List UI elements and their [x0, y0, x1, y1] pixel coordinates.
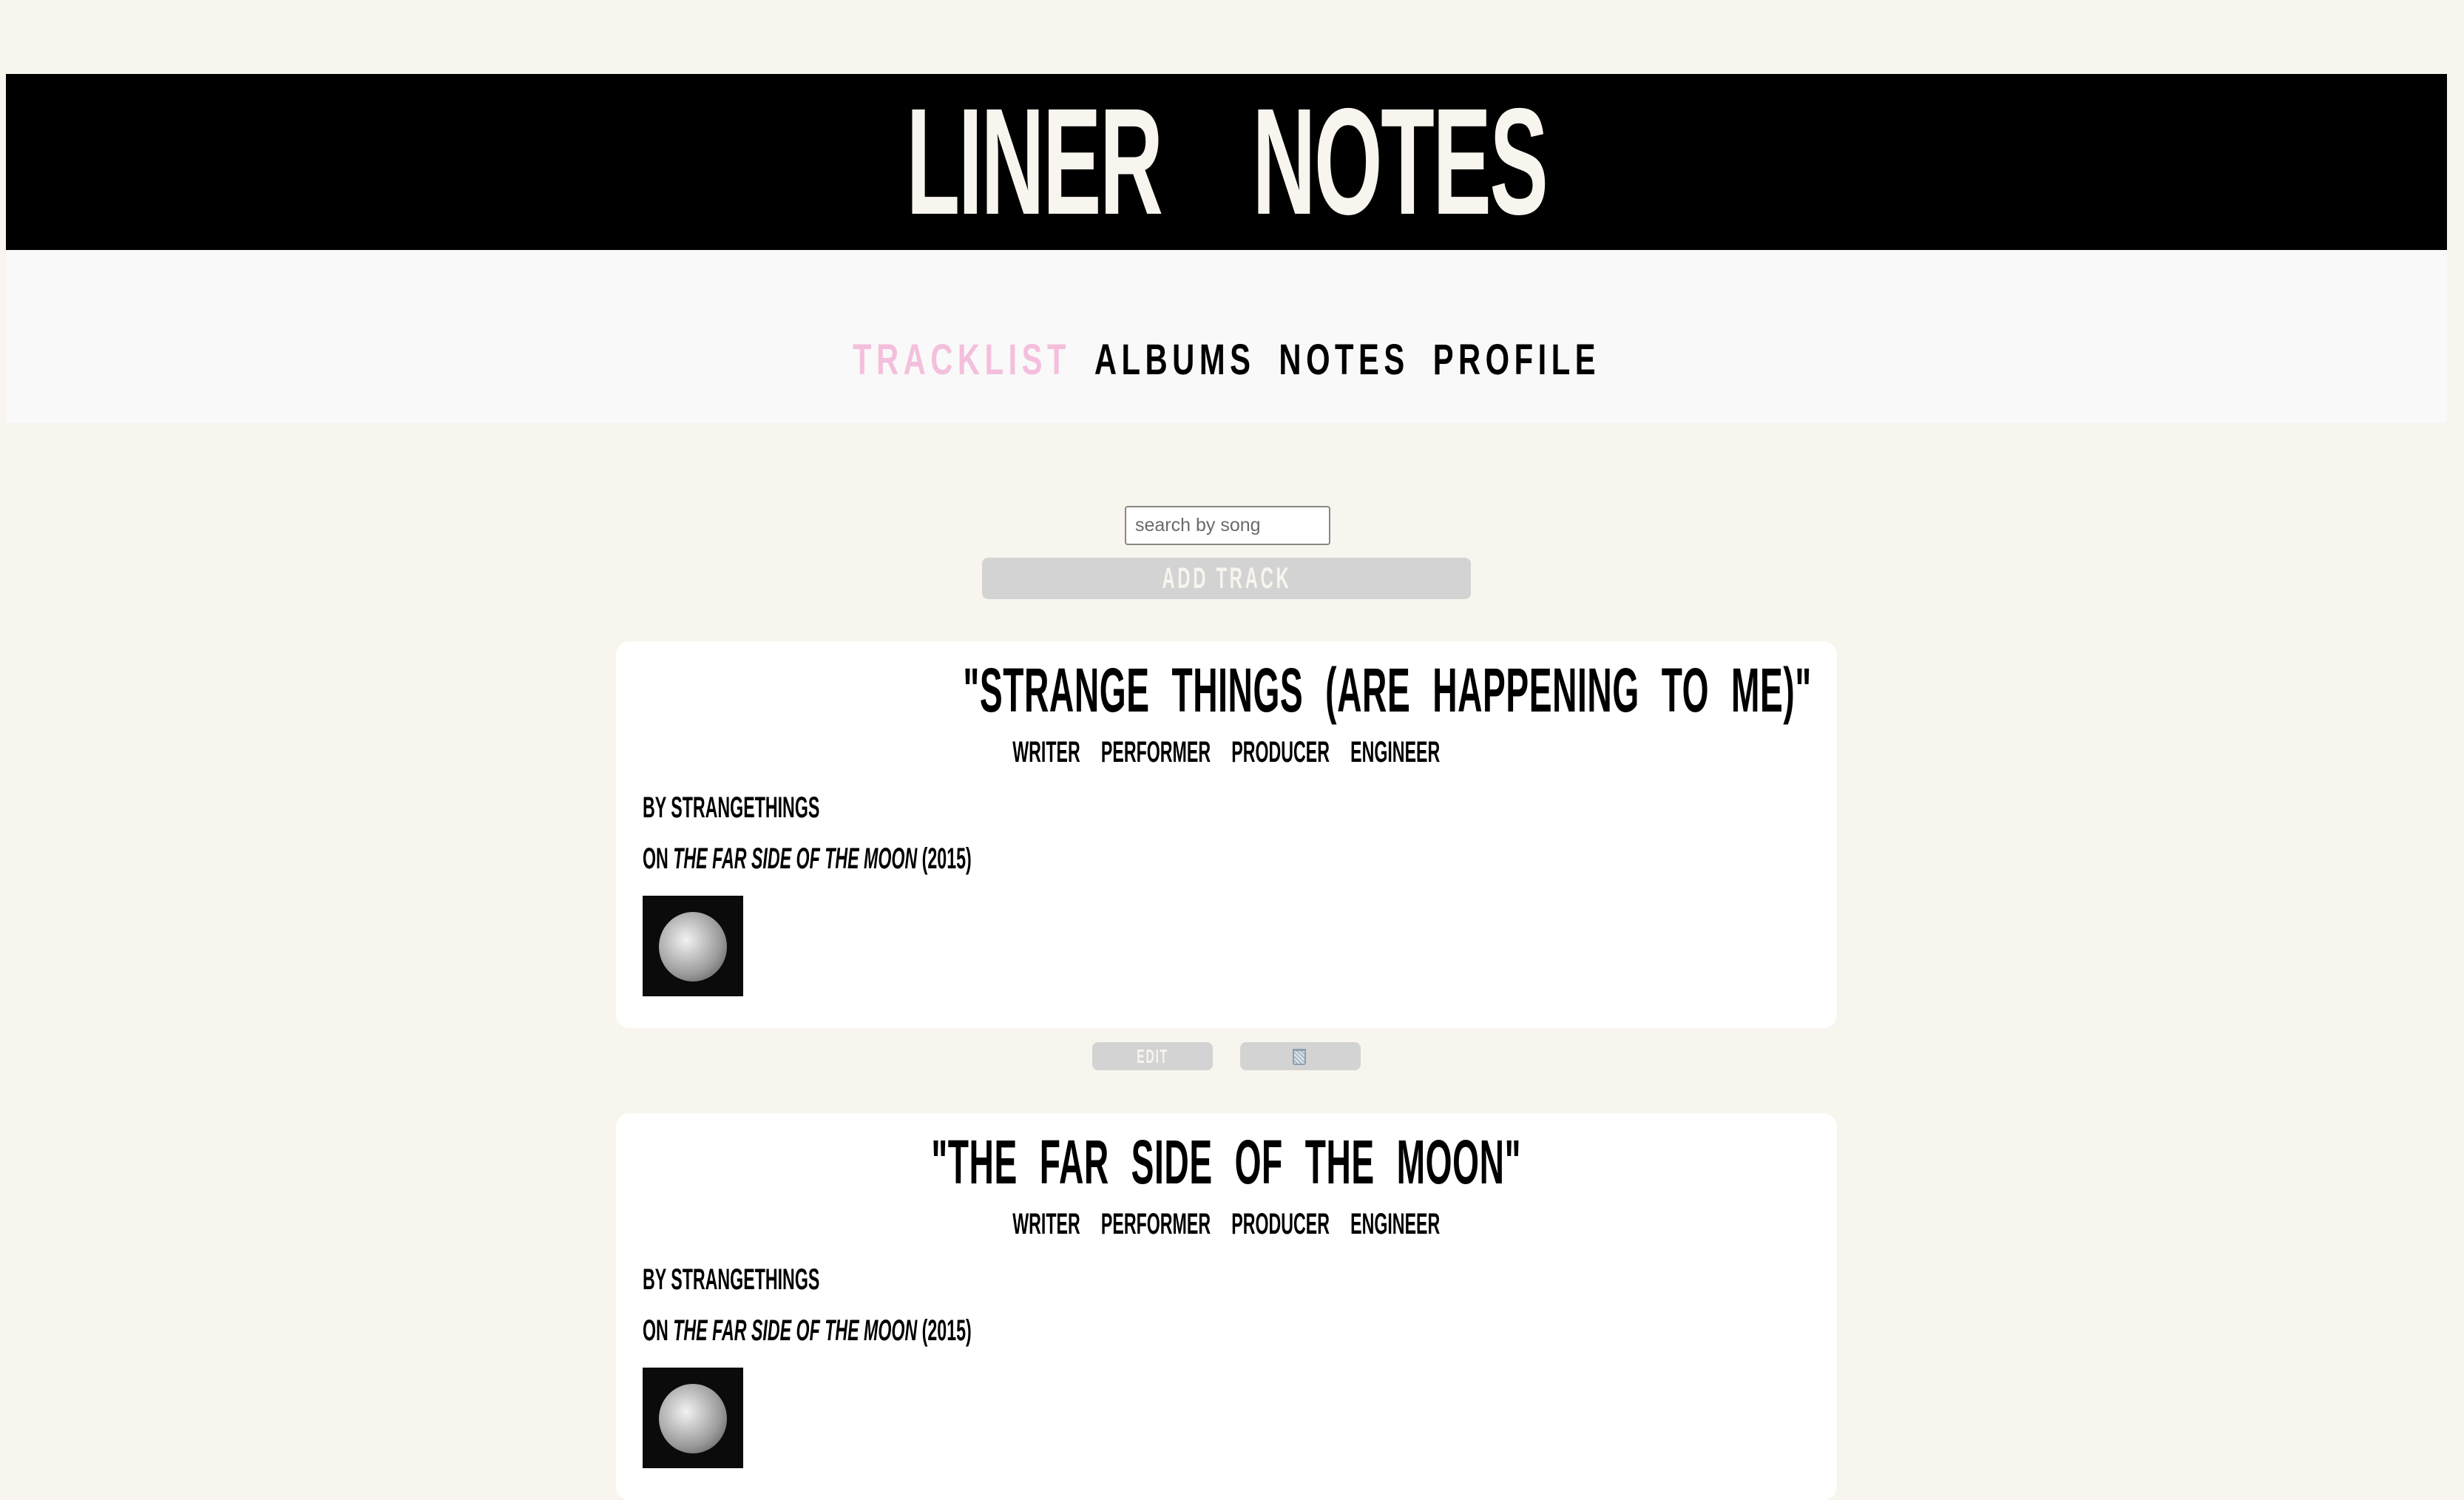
track-artist: BY STRANGETHINGS [643, 791, 820, 824]
role-performer[interactable]: PERFORMER [1101, 1208, 1211, 1240]
track-card: "THE FAR SIDE OF THE MOON" WRITER PERFOR… [616, 1113, 1837, 1500]
site-title: LINER NOTES [906, 77, 1549, 246]
album-year: (2015) [921, 1314, 972, 1347]
main-nav: TRACKLIST ALBUMS NOTES PROFILE [6, 250, 2447, 423]
nav-notes[interactable]: NOTES [1279, 336, 1409, 384]
track-album: ON THE FAR SIDE OF THE MOON (2015) [643, 842, 972, 875]
album-name: THE FAR SIDE OF THE MOON [673, 1314, 918, 1347]
nav-tracklist[interactable]: TRACKLIST [853, 336, 1071, 384]
album-art [643, 1368, 743, 1468]
track-card: "STRANGE THINGS (ARE HAPPENING TO ME)" W… [616, 641, 1837, 1028]
role-engineer[interactable]: ENGINEER [1350, 736, 1440, 768]
artist-name: STRANGETHINGS [671, 791, 820, 824]
artist-name: STRANGETHINGS [671, 1263, 820, 1296]
track-album: ON THE FAR SIDE OF THE MOON (2015) [643, 1314, 972, 1347]
album-year: (2015) [921, 842, 972, 875]
album-name: THE FAR SIDE OF THE MOON [673, 842, 918, 875]
nav-profile[interactable]: PROFILE [1433, 336, 1600, 384]
role-producer[interactable]: PRODUCER [1231, 736, 1330, 768]
track-title: "THE FAR SIDE OF THE MOON" [931, 1127, 1522, 1197]
role-performer[interactable]: PERFORMER [1101, 736, 1211, 768]
album-art [643, 896, 743, 996]
track-artist: BY STRANGETHINGS [643, 1263, 820, 1296]
role-writer[interactable]: WRITER [1012, 1208, 1080, 1240]
track-title: "STRANGE THINGS (ARE HAPPENING TO ME)" [963, 655, 1812, 725]
role-engineer[interactable]: ENGINEER [1350, 1208, 1440, 1240]
site-header: LINER NOTES [6, 74, 2447, 250]
add-track-button[interactable]: ADD TRACK [982, 558, 1471, 599]
role-writer[interactable]: WRITER [1012, 736, 1080, 768]
delete-button[interactable] [1240, 1042, 1361, 1070]
trash-icon [1293, 1049, 1306, 1065]
search-input[interactable] [1125, 506, 1330, 545]
edit-button[interactable]: EDIT [1092, 1042, 1213, 1070]
nav-albums[interactable]: ALBUMS [1094, 336, 1256, 384]
role-producer[interactable]: PRODUCER [1231, 1208, 1330, 1240]
